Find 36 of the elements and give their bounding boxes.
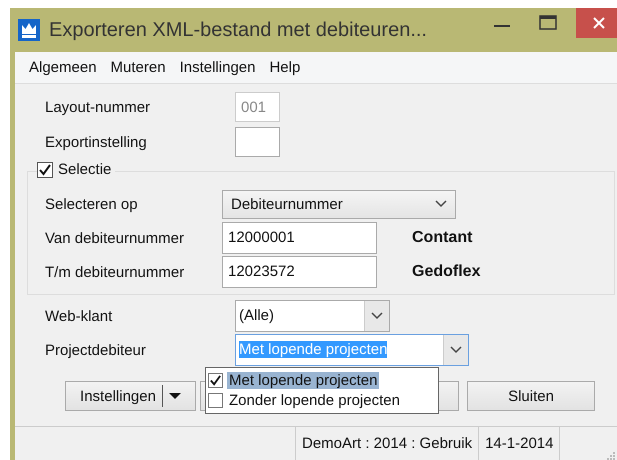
list-option[interactable]: Zonder lopende projecten (227, 392, 402, 408)
dropdown[interactable]: Debiteurnummer (222, 190, 456, 218)
menu-item[interactable]: Muteren (110, 59, 166, 76)
input-field[interactable]: 12000001 (222, 222, 377, 254)
chevron-down-icon (450, 346, 462, 354)
field-label: Van debiteurnummer (44, 230, 185, 246)
checkbox[interactable] (208, 372, 223, 388)
status-text: DemoArt : 2014 : Gebruik (296, 427, 480, 460)
caret-icon (168, 392, 181, 400)
chevron-down-icon (435, 200, 447, 208)
resize-grip-icon[interactable] (605, 450, 615, 460)
checkbox[interactable] (208, 392, 223, 408)
field-label: Projectdebiteur (44, 342, 147, 358)
field-label: Exportinstelling (44, 134, 148, 150)
menu-item[interactable]: Algemeen (29, 59, 97, 76)
status-text: 14-1-2014 (479, 427, 560, 460)
menu-item[interactable]: Instellingen (180, 59, 256, 76)
field-label: T/m debiteurnummer (44, 264, 186, 280)
crown-icon (18, 19, 40, 41)
combo-box[interactable]: (Alle) (235, 300, 390, 332)
checkbox-label: Selectie (58, 161, 112, 178)
field-label: Web-klant (44, 308, 114, 324)
input-field[interactable] (235, 127, 280, 157)
customer-name: Contant (412, 229, 472, 247)
close-button[interactable]: Sluiten (467, 381, 595, 411)
customer-name: Gedoflex (412, 263, 480, 281)
checkbox[interactable] (37, 162, 53, 178)
selected-text: Met lopende projecten (239, 341, 388, 358)
input-field[interactable]: 12023572 (222, 256, 377, 288)
field-label: Selecteren op (44, 196, 139, 212)
window-title: Exporteren XML-bestand met debiteuren... (49, 18, 427, 42)
settings-button[interactable]: Instellingen (65, 381, 196, 411)
list-option[interactable]: Met lopende projecten (227, 372, 380, 388)
menu-item[interactable]: Help (269, 59, 300, 76)
chevron-down-icon (371, 312, 383, 320)
field-label: Layout-nummer (44, 98, 152, 116)
